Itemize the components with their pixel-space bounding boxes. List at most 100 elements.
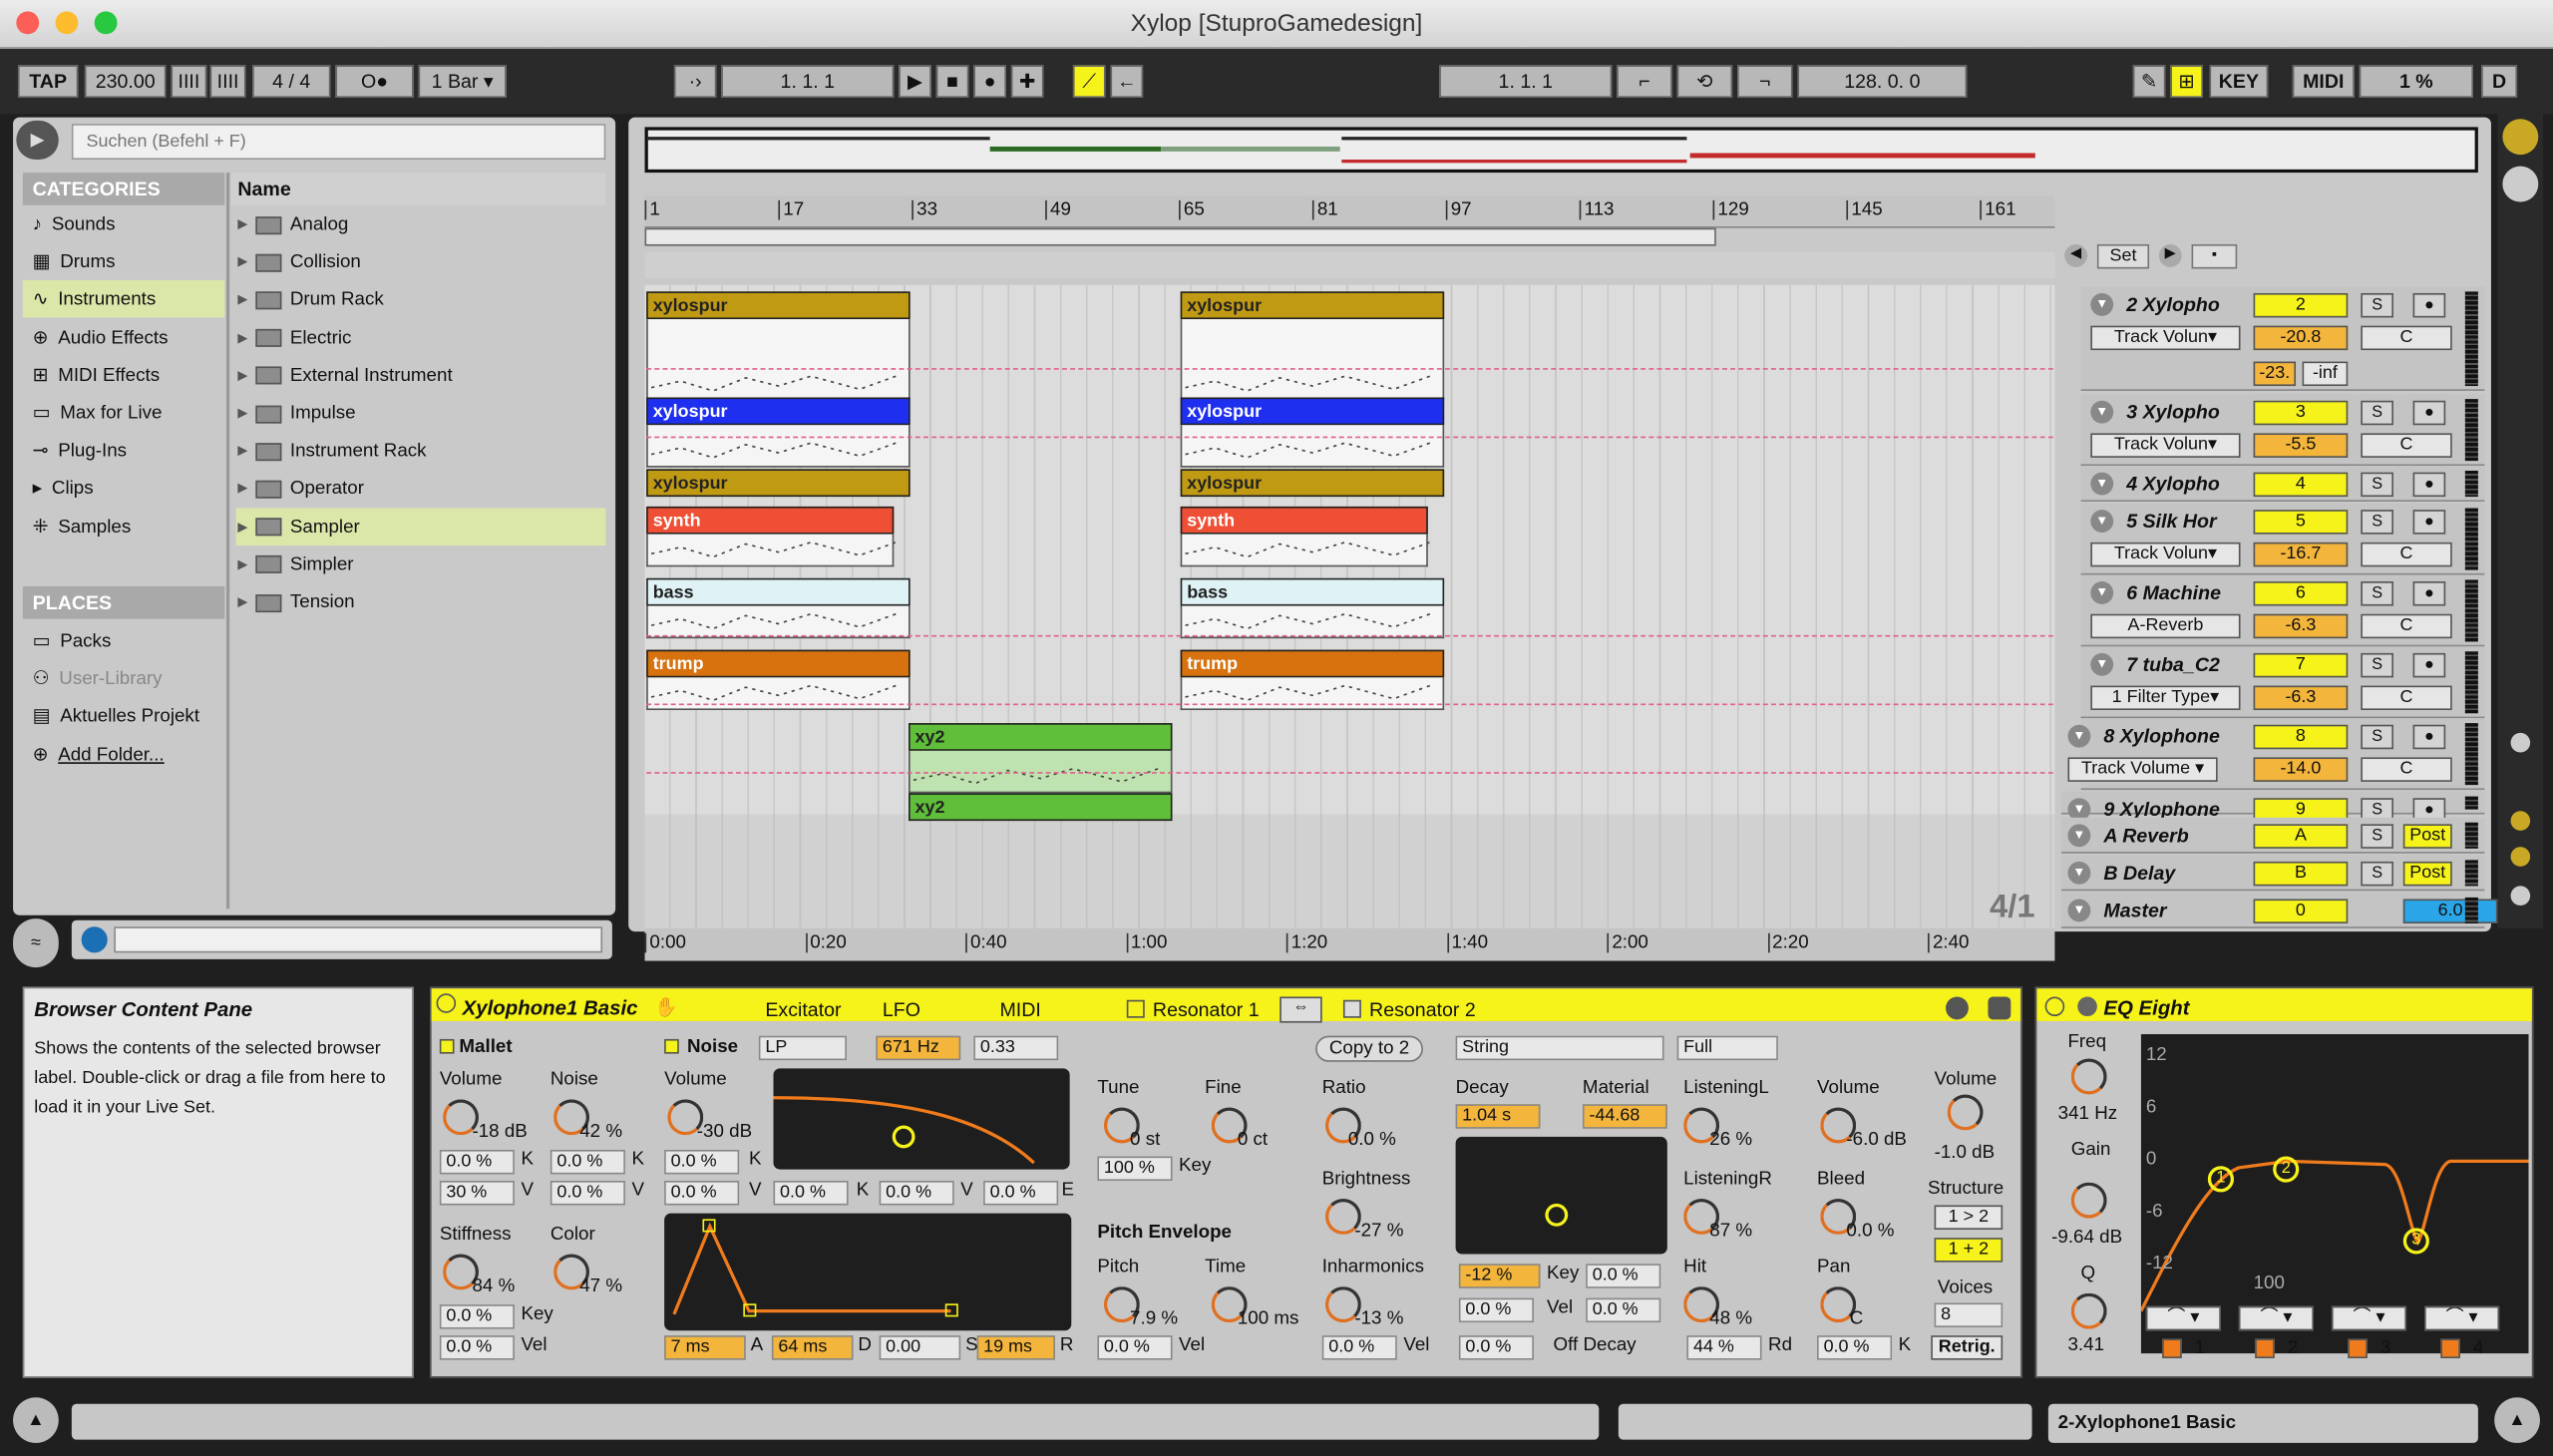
tap-button[interactable]: TAP — [17, 65, 79, 98]
eq-gain-knob[interactable] — [2070, 1182, 2107, 1219]
loop-brace[interactable] — [644, 227, 1716, 246]
pan-key[interactable]: 0.0 % — [1817, 1335, 1893, 1360]
expand-icon[interactable]: ▶ — [237, 434, 247, 470]
category-plug-ins[interactable]: ⊸ Plug-Ins — [33, 434, 215, 470]
track-activator[interactable]: A — [2253, 824, 2349, 849]
browser-item-tension[interactable]: ▶ Tension — [237, 584, 602, 620]
solo-button[interactable]: S — [2361, 400, 2393, 426]
expand-icon[interactable]: ▶ — [237, 472, 247, 508]
lock-icon[interactable]: ▪ — [2191, 243, 2238, 269]
track-volume[interactable]: -6.3 — [2253, 685, 2349, 711]
song-position[interactable]: 1. 1. 1 — [721, 65, 895, 98]
quantization-menu[interactable]: 1 Bar ▾ — [418, 65, 507, 98]
automation-chooser[interactable]: Track Volume ▾ — [2067, 757, 2218, 782]
stiffness-key[interactable]: 0.0 % — [439, 1304, 515, 1329]
computer-midi-keyboard-icon[interactable]: ⊞ — [2170, 65, 2203, 98]
hot-swap-icon[interactable] — [1946, 996, 1969, 1020]
arm-button[interactable]: ● — [2412, 581, 2446, 606]
browser-item-electric[interactable]: ▶ Electric — [237, 320, 602, 356]
back-to-arrangement-icon[interactable]: ← — [1110, 65, 1144, 98]
category-audio-effects[interactable]: ⊕ Audio Effects — [33, 320, 215, 356]
stop-button[interactable]: ■ — [935, 65, 969, 98]
track-volume[interactable]: -6.3 — [2253, 613, 2349, 639]
solo-button[interactable]: S — [2361, 292, 2393, 318]
tempo-field[interactable]: 230.00 — [84, 65, 167, 98]
clip-xy2[interactable]: xy2 — [909, 793, 1173, 822]
clip-trump[interactable]: trump — [646, 649, 911, 678]
key-field-2[interactable]: 0.0 % — [1586, 1264, 1661, 1288]
place-1[interactable]: ⚇ User-Library — [33, 661, 215, 697]
clip-synth[interactable]: synth — [1180, 506, 1428, 535]
scrub-area[interactable] — [644, 252, 2055, 279]
expand-icon[interactable]: ▶ — [237, 320, 247, 356]
resonator-type-menu[interactable]: String — [1455, 1035, 1664, 1061]
eq-freq-knob[interactable] — [2070, 1058, 2107, 1095]
mixer-toggle-icon[interactable] — [2510, 886, 2531, 907]
clip-synth[interactable]: synth — [646, 506, 895, 535]
solo-button[interactable]: S — [2361, 861, 2393, 887]
eq-expand-icon[interactable] — [2077, 996, 2097, 1017]
pitch-vel-field[interactable]: 0.0 % — [1097, 1335, 1173, 1360]
track-activator[interactable]: 0 — [2253, 899, 2349, 923]
clip-xylospur[interactable]: xylospur — [646, 469, 911, 498]
vel-field-2[interactable]: 0.0 % — [1586, 1297, 1661, 1323]
prev-locator-icon[interactable]: ◀ — [2064, 243, 2088, 267]
solo-button[interactable]: S — [2361, 724, 2393, 750]
mallet-noise-vel[interactable]: 0.0 % — [549, 1181, 625, 1206]
noise-filter-display[interactable] — [773, 1068, 1070, 1170]
fold-icon[interactable]: ▼ — [2090, 510, 2114, 534]
quality-menu[interactable]: Full — [1676, 1035, 1778, 1061]
retrigger-button[interactable]: Retrig. — [1931, 1335, 2004, 1360]
clip-xy2[interactable]: xy2 — [909, 723, 1173, 751]
solo-button[interactable]: S — [2361, 472, 2393, 498]
time-signature[interactable]: 4 / 4 — [252, 65, 331, 98]
track-activator[interactable]: 6 — [2253, 581, 2349, 606]
arm-button[interactable]: ● — [2412, 292, 2446, 318]
browser-item-instrument-rack[interactable]: ▶ Instrument Rack — [237, 434, 602, 470]
automation-chooser[interactable]: A-Reverb — [2090, 613, 2241, 639]
clip-xylospur[interactable]: xylospur — [1180, 397, 1445, 426]
expand-icon[interactable]: ▶ — [237, 546, 247, 582]
fold-icon[interactable]: ▼ — [2090, 292, 2114, 316]
automation-chooser[interactable]: 1 Filter Type▾ — [2090, 685, 2241, 711]
eq-filter-type-menu[interactable]: ⌒ ▾ — [2145, 1305, 2221, 1331]
expand-icon[interactable]: ▶ — [237, 358, 247, 394]
punch-out-icon[interactable]: ¬ — [1737, 65, 1793, 98]
noise-v2[interactable]: 0.0 % — [879, 1181, 954, 1206]
midi-map-button[interactable]: MIDI — [2292, 65, 2355, 98]
search-input[interactable] — [71, 124, 606, 161]
clip-xylospur[interactable]: xylospur — [646, 291, 911, 320]
track-activator[interactable]: 4 — [2253, 472, 2349, 498]
key-field[interactable]: -12 % — [1458, 1264, 1541, 1288]
browser-item-external-instrument[interactable]: ▶ External Instrument — [237, 358, 602, 394]
structure-serial-button[interactable]: 1 > 2 — [1934, 1205, 2004, 1230]
structure-parallel-button[interactable]: 1 + 2 — [1934, 1238, 2004, 1263]
post-button[interactable]: Post — [2402, 861, 2452, 887]
track-activator[interactable]: 8 — [2253, 724, 2349, 750]
mallet-noise-key[interactable]: 0.0 % — [549, 1149, 625, 1175]
expand-icon[interactable]: ▶ — [237, 584, 247, 620]
punch-in-icon[interactable]: ⌐ — [1617, 65, 1672, 98]
next-locator-icon[interactable]: ▶ — [2158, 243, 2182, 267]
clip-xylospur[interactable]: xylospur — [646, 397, 911, 426]
mallet-vol-vel[interactable]: 30 % — [439, 1181, 515, 1206]
voices-menu[interactable]: 8 — [1934, 1302, 2004, 1327]
track-pan[interactable]: C — [2361, 685, 2452, 711]
save-preset-icon[interactable] — [1988, 996, 2011, 1020]
record-button[interactable]: ● — [973, 65, 1006, 98]
place-2[interactable]: ▤ Aktuelles Projekt — [33, 699, 215, 735]
info-toggle-icon[interactable]: ▲ — [13, 1397, 59, 1443]
eq-band-toggle[interactable] — [2255, 1338, 2275, 1359]
browser-item-operator[interactable]: ▶ Operator — [237, 472, 602, 508]
eq-band-handle[interactable]: 3 — [2402, 1228, 2429, 1255]
fold-icon[interactable]: ▼ — [2067, 899, 2091, 922]
detail-toggle-icon[interactable]: ▲ — [2494, 1397, 2540, 1443]
eq-band-toggle[interactable] — [2440, 1338, 2460, 1359]
loop-start-field[interactable]: 1. 1. 1 — [1439, 65, 1613, 98]
fold-icon[interactable]: ▼ — [2067, 861, 2091, 885]
post-button[interactable]: Post — [2402, 824, 2452, 849]
browser-item-analog[interactable]: ▶ Analog — [237, 206, 602, 242]
inharm-vel[interactable]: 0.0 % — [1321, 1335, 1397, 1360]
solo-button[interactable]: S — [2361, 824, 2393, 849]
clip-xylospur[interactable]: xylospur — [1180, 469, 1445, 498]
